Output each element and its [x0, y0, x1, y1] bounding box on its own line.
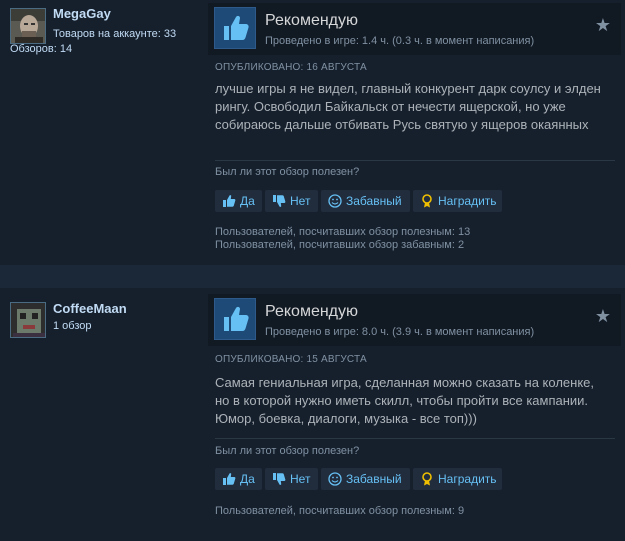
review-card: MegaGay Товаров на аккаунте: 33 Обзоров:…	[0, 0, 625, 265]
vote-header[interactable]: Рекомендую Проведено в игре: 8.0 ч. (3.9…	[208, 294, 621, 346]
star-icon[interactable]: ★	[595, 15, 611, 36]
review-text: Самая гениальная игра, сделанная можно с…	[215, 375, 594, 426]
helpful-question: Был ли этот обзор полезен?	[215, 166, 360, 178]
thumbs-down-icon	[271, 471, 287, 487]
review-separator	[0, 265, 625, 288]
vote-yes-button[interactable]: Да	[215, 190, 262, 212]
thumbs-up-icon	[221, 193, 237, 209]
thumbs-up-icon	[221, 471, 237, 487]
playtime: Проведено в игре: 1.4 ч. (0.3 ч. в момен…	[265, 35, 535, 47]
vote-funny-label: Забавный	[346, 194, 402, 208]
review-card: CoffeeMaan 1 обзор Рекомендую Проведено …	[0, 288, 625, 541]
vote-no-button[interactable]: Нет	[265, 468, 318, 490]
author-name[interactable]: MegaGay	[53, 6, 111, 21]
vote-header[interactable]: Рекомендую Проведено в игре: 1.4 ч. (0.3…	[208, 3, 621, 55]
vote-yes-button[interactable]: Да	[215, 468, 262, 490]
author-reviews-count[interactable]: Обзоров: 14	[10, 43, 72, 55]
vote-no-button[interactable]: Нет	[265, 190, 318, 212]
vote-no-label: Нет	[290, 194, 311, 208]
helpful-count: Пользователей, посчитавших обзор полезны…	[215, 505, 465, 517]
review-text: лучше игры я не видел, главный конкурент…	[215, 81, 601, 132]
vote-yes-label: Да	[240, 194, 255, 208]
smiley-icon	[327, 193, 343, 209]
award-icon	[419, 193, 435, 209]
award-label: Наградить	[438, 472, 497, 486]
vote-funny-button[interactable]: Забавный	[321, 190, 410, 212]
author-panel: CoffeeMaan 1 обзор	[0, 288, 200, 541]
thumbs-down-icon	[271, 193, 287, 209]
helpful-question: Был ли этот обзор полезен?	[215, 445, 360, 457]
award-label: Наградить	[438, 194, 497, 208]
review-content: Рекомендую Проведено в игре: 1.4 ч. (0.3…	[208, 0, 621, 265]
thumbs-up-icon	[214, 7, 256, 49]
thumbs-up-icon	[214, 298, 256, 340]
author-name[interactable]: CoffeeMaan	[53, 301, 127, 316]
star-icon[interactable]: ★	[595, 306, 611, 327]
funny-count: Пользователей, посчитавших обзор забавны…	[215, 239, 465, 251]
playtime: Проведено в игре: 8.0 ч. (3.9 ч. в момен…	[265, 326, 535, 338]
avatar[interactable]	[10, 8, 46, 44]
helpful-count: Пользователей, посчитавших обзор полезны…	[215, 226, 471, 238]
divider	[215, 438, 615, 439]
vote-funny-button[interactable]: Забавный	[321, 468, 410, 490]
author-panel: MegaGay Товаров на аккаунте: 33 Обзоров:…	[0, 0, 200, 265]
review-verdict[interactable]: Рекомендую	[265, 303, 358, 321]
review-verdict[interactable]: Рекомендую	[265, 12, 358, 30]
author-reviews-count[interactable]: 1 обзор	[53, 320, 92, 332]
posted-date: ОПУБЛИКОВАНО: 15 АВГУСТА	[215, 354, 367, 365]
award-button[interactable]: Наградить	[413, 190, 502, 212]
vote-yes-label: Да	[240, 472, 255, 486]
vote-no-label: Нет	[290, 472, 311, 486]
award-button[interactable]: Наградить	[413, 468, 502, 490]
posted-date: ОПУБЛИКОВАНО: 16 АВГУСТА	[215, 62, 367, 73]
review-content: Рекомендую Проведено в игре: 8.0 ч. (3.9…	[208, 288, 621, 541]
vote-funny-label: Забавный	[346, 472, 402, 486]
helpful-stats: Пользователей, посчитавших обзор полезны…	[215, 505, 464, 518]
avatar[interactable]	[10, 302, 46, 338]
author-products-count[interactable]: Товаров на аккаунте: 33	[53, 28, 176, 40]
smiley-icon	[327, 471, 343, 487]
helpful-stats: Пользователей, посчитавших обзор полезны…	[215, 226, 470, 252]
award-icon	[419, 471, 435, 487]
divider	[215, 160, 615, 161]
